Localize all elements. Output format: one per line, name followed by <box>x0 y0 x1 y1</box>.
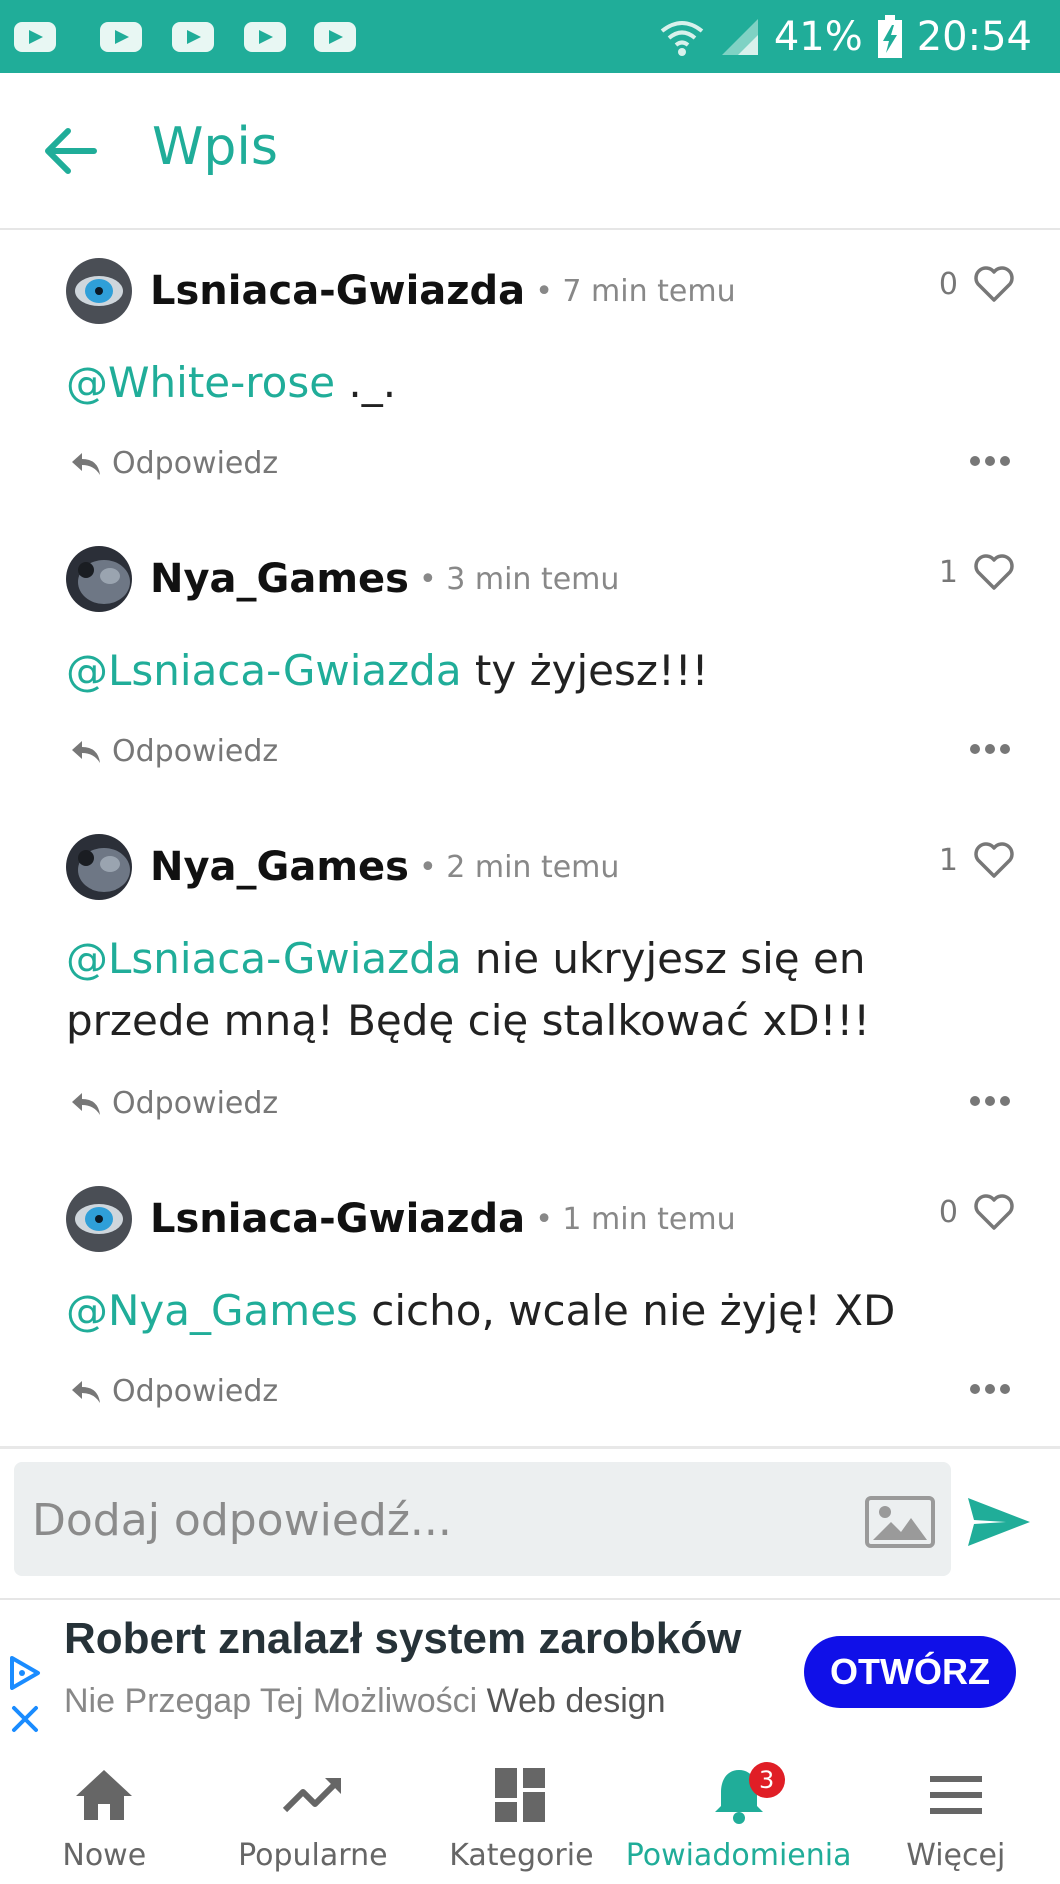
comment-text: @Nya_Games cicho, wcale nie żyję! XD <box>66 1280 966 1342</box>
more-options-icon[interactable] <box>970 744 1010 756</box>
comment-time: • 2 min temu <box>418 849 620 885</box>
comment-text: @White-rose ._. <box>66 352 966 414</box>
reply-label: Odpowiedz <box>112 1086 279 1121</box>
like-count: 1 <box>938 842 958 878</box>
image-icon[interactable] <box>865 1496 935 1548</box>
mention-link[interactable]: @Lsniaca-Gwiazda <box>66 646 462 695</box>
nav-item-popularne[interactable]: Popularne <box>209 1744 418 1884</box>
dashboard-icon <box>495 1768 546 1822</box>
heart-icon[interactable] <box>972 1192 1016 1232</box>
reply-label: Odpowiedz <box>112 734 279 769</box>
nav-item-wiecej[interactable]: Więcej <box>851 1744 1060 1884</box>
comment-time: • 7 min temu <box>535 273 736 309</box>
mention-link[interactable]: @White-rose <box>66 358 335 407</box>
status-bar: 41% 20:54 <box>0 0 1060 73</box>
ad-title[interactable]: Robert znalazł system zarobków <box>64 1614 784 1664</box>
comment-item: Nya_Games • 2 min temu 1 @Lsniaca-Gwiazd… <box>0 806 1060 1161</box>
reply-input-bar <box>14 1462 951 1576</box>
nav-item-nowe[interactable]: Nowe <box>0 1744 209 1884</box>
more-options-icon[interactable] <box>970 1384 1010 1396</box>
reply-icon <box>72 452 100 475</box>
more-options-icon[interactable] <box>970 456 1010 468</box>
reply-button[interactable]: Odpowiedz <box>70 1086 278 1121</box>
trending-icon <box>282 1778 341 1813</box>
heart-icon[interactable] <box>972 552 1016 592</box>
avatar[interactable] <box>66 546 132 612</box>
bell-icon-wrap: 3 <box>707 1762 785 1824</box>
more-options-icon[interactable] <box>970 1096 1010 1108</box>
avatar[interactable] <box>66 258 132 324</box>
heart-icon[interactable] <box>972 264 1016 304</box>
comment-item: Nya_Games • 3 min temu 1 @Lsniaca-Gwiazd… <box>0 518 1060 809</box>
nav-label: Nowe <box>62 1838 147 1873</box>
notification-badge: 3 <box>748 1762 785 1798</box>
ad-subtitle: Nie Przegap Tej Możliwości Web design <box>64 1682 666 1721</box>
nav-item-kategorie[interactable]: Kategorie <box>417 1744 626 1884</box>
home-icon <box>76 1770 133 1820</box>
youtube-icon <box>172 22 214 52</box>
ad-banner[interactable]: Robert znalazł system zarobków Nie Przeg… <box>0 1598 1060 1746</box>
youtube-icon <box>244 22 286 52</box>
comment-item: Lsniaca-Gwiazda • 7 min temu 0 @White-ro… <box>0 230 1060 521</box>
reply-icon <box>72 1092 100 1115</box>
youtube-icon <box>314 22 356 52</box>
author-name[interactable]: Nya_Games <box>150 556 409 602</box>
author-name[interactable]: Lsniaca-Gwiazda <box>150 268 525 314</box>
mention-link[interactable]: @Nya_Games <box>66 1286 358 1335</box>
nav-item-powiadomienia[interactable]: 3 Powiadomienia <box>625 1744 852 1884</box>
battery-charging-icon <box>877 15 902 58</box>
comment-item: Lsniaca-Gwiazda • 1 min temu 0 @Nya_Game… <box>0 1158 1060 1449</box>
reply-icon <box>72 740 100 763</box>
adchoices-icon[interactable] <box>8 1656 42 1690</box>
nav-label: Więcej <box>906 1838 1006 1873</box>
bottom-nav: Nowe Popularne Kategorie 3 Powiadomienia <box>0 1744 1060 1884</box>
reply-label: Odpowiedz <box>112 1374 279 1409</box>
heart-icon[interactable] <box>972 840 1016 880</box>
nav-label: Kategorie <box>449 1838 594 1873</box>
comment-time: • 1 min temu <box>535 1201 736 1237</box>
reply-button[interactable]: Odpowiedz <box>70 734 278 769</box>
comment-body: cicho, wcale nie żyję! XD <box>357 1286 896 1335</box>
reply-button[interactable]: Odpowiedz <box>70 1374 278 1409</box>
comment-text: @Lsniaca-Gwiazda ty żyjesz!!! <box>66 640 966 702</box>
comment-body: ty żyjesz!!! <box>461 646 709 695</box>
clock: 20:54 <box>916 14 1032 60</box>
youtube-icon <box>100 22 142 52</box>
comment-time: • 3 min temu <box>418 561 620 597</box>
back-arrow-icon[interactable] <box>40 125 100 177</box>
nav-label: Powiadomienia <box>625 1838 852 1873</box>
signal-icon <box>721 19 758 55</box>
avatar[interactable] <box>66 834 132 900</box>
close-icon[interactable] <box>10 1704 40 1734</box>
app-header: Wpis <box>0 73 1060 230</box>
like-count: 0 <box>938 1194 958 1230</box>
ad-brand: Web design <box>486 1682 666 1720</box>
author-name[interactable]: Lsniaca-Gwiazda <box>150 1196 525 1242</box>
nav-label: Popularne <box>238 1838 388 1873</box>
comment-text: @Lsniaca-Gwiazda nie ukryjesz się en prz… <box>66 928 966 1052</box>
comment-body: ._. <box>335 358 397 407</box>
mention-link[interactable]: @Lsniaca-Gwiazda <box>66 934 462 983</box>
ad-open-button[interactable]: OTWÓRZ <box>804 1636 1016 1708</box>
like-count: 0 <box>938 266 958 302</box>
author-name[interactable]: Nya_Games <box>150 844 409 890</box>
reply-icon <box>72 1380 100 1403</box>
ad-subtitle-text: Nie Przegap Tej Możliwości <box>64 1682 478 1720</box>
send-icon[interactable] <box>966 1494 1032 1550</box>
menu-icon <box>929 1776 982 1814</box>
reply-button[interactable]: Odpowiedz <box>70 446 278 481</box>
page-title: Wpis <box>152 117 278 177</box>
battery-percent: 41% <box>773 14 863 60</box>
like-count: 1 <box>938 554 958 590</box>
reply-label: Odpowiedz <box>112 446 279 481</box>
youtube-icon <box>14 22 56 52</box>
avatar[interactable] <box>66 1186 132 1252</box>
wifi-icon <box>660 21 704 56</box>
reply-input[interactable] <box>30 1480 834 1560</box>
